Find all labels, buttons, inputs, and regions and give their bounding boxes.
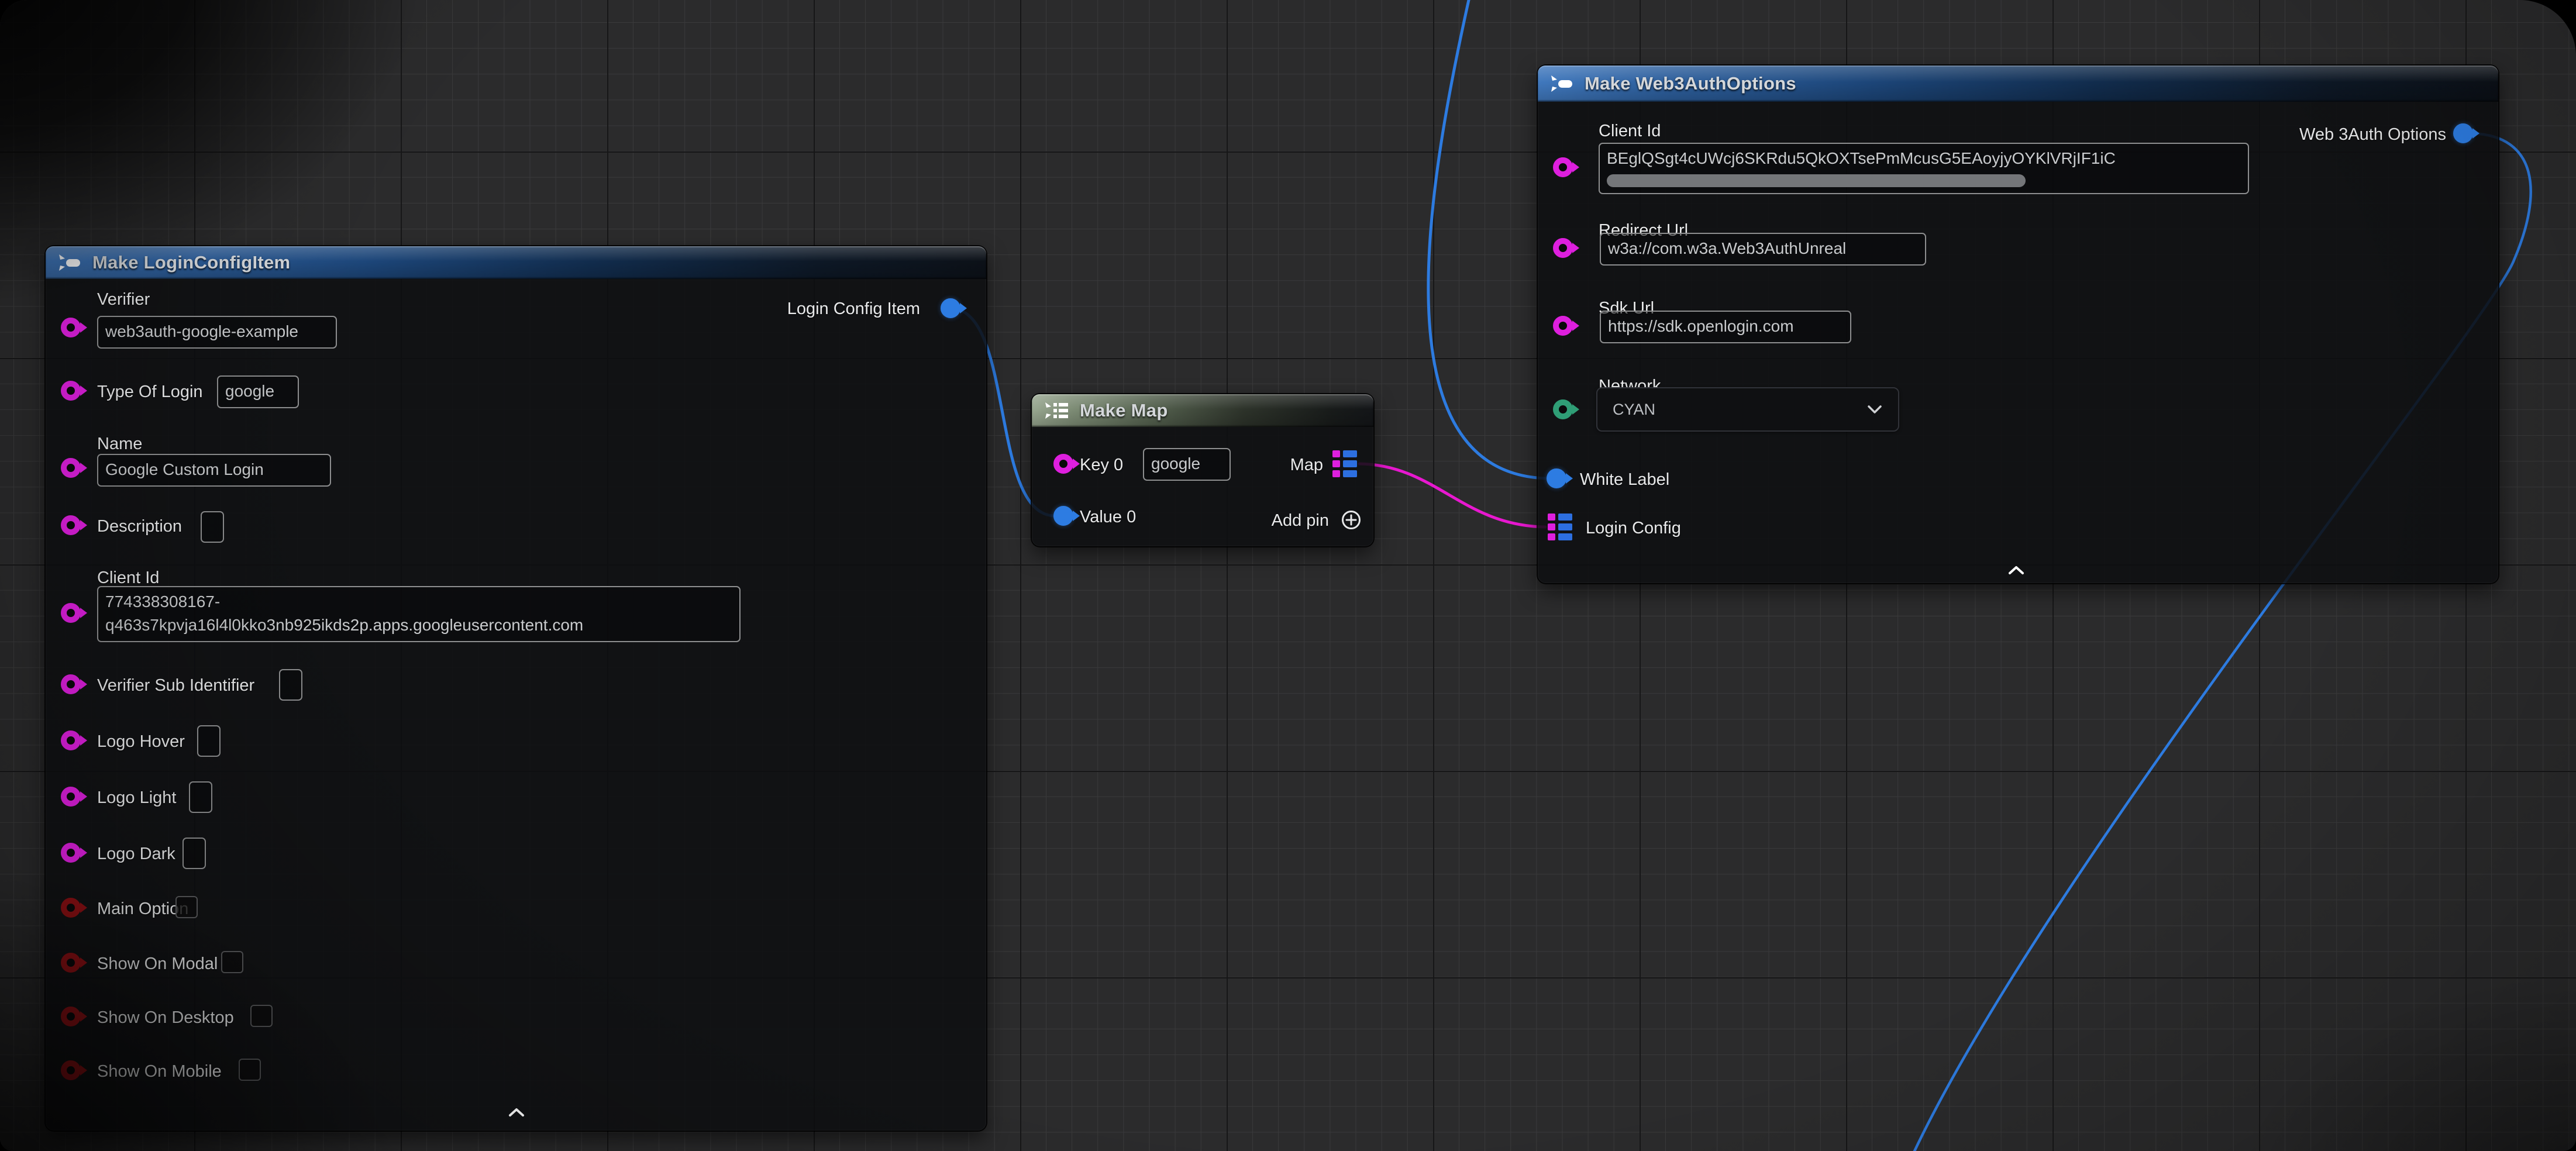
network-selected-value: CYAN <box>1613 401 1655 419</box>
name-input[interactable]: Google Custom Login <box>97 454 331 487</box>
pin-label: Verifier <box>97 290 150 309</box>
node-make-loginconfigitem[interactable]: Make LoginConfigItem Login Config Item V… <box>46 246 986 1131</box>
pin-label: Show On Desktop <box>97 1008 234 1028</box>
node-title: Make Map <box>1080 400 1168 421</box>
pin-main-option[interactable] <box>61 898 81 918</box>
wire-offscreen-to-whitelabel[interactable] <box>1428 0 1549 478</box>
node-make-map[interactable]: Make Map Key 0 google Map Value 0 Add pi… <box>1032 394 1373 546</box>
pin-login-config[interactable] <box>1548 514 1573 540</box>
pin-key-0[interactable] <box>1053 454 1073 474</box>
node-header[interactable]: Make Map <box>1032 394 1373 427</box>
pin-label: Main Option <box>97 899 188 919</box>
show-on-modal-checkbox[interactable] <box>221 951 243 973</box>
verifier-sub-identifier-input[interactable] <box>279 669 302 701</box>
add-pin-label: Add pin <box>1272 511 1329 530</box>
pin-sdk-url[interactable] <box>1553 316 1573 336</box>
make-struct-icon <box>57 251 83 274</box>
pin-label: Show On Modal <box>97 954 218 974</box>
pin-label: Verifier Sub Identifier <box>97 676 254 695</box>
pin-label: Name <box>97 434 142 454</box>
collapse-chevron-icon[interactable] <box>2007 565 2026 576</box>
pin-label: Type Of Login <box>97 382 203 402</box>
pin-label: White Label <box>1580 470 1669 490</box>
pin-label: Logo Light <box>97 788 176 808</box>
output-pin-map[interactable] <box>1332 450 1358 477</box>
pin-description[interactable] <box>61 515 81 535</box>
pin-label: Logo Hover <box>97 732 185 752</box>
logo-hover-input[interactable] <box>197 725 221 757</box>
pin-client-id[interactable] <box>61 603 81 623</box>
pin-label: Show On Mobile <box>97 1062 222 1081</box>
pin-verifier[interactable] <box>61 318 81 337</box>
node-title: Make LoginConfigItem <box>92 252 290 273</box>
pin-logo-hover[interactable] <box>61 730 81 750</box>
make-struct-icon <box>1549 73 1575 95</box>
output-pin-login-config-item[interactable] <box>941 298 960 318</box>
pin-label: Key 0 <box>1080 455 1123 475</box>
pin-show-on-desktop[interactable] <box>61 1007 81 1026</box>
pin-logo-dark[interactable] <box>61 843 81 863</box>
node-header[interactable]: Make Web3AuthOptions <box>1538 66 2498 102</box>
pin-label: Value 0 <box>1080 507 1136 527</box>
sdk-url-input[interactable]: https://sdk.openlogin.com <box>1600 311 1851 343</box>
pin-name[interactable] <box>61 458 81 478</box>
logo-dark-input[interactable] <box>182 838 206 869</box>
make-map-icon <box>1044 399 1070 422</box>
pin-label: Client Id <box>1599 121 1661 141</box>
pin-value-0[interactable] <box>1053 506 1073 526</box>
description-input[interactable] <box>201 511 224 543</box>
textbox-scrollbar[interactable] <box>1607 174 2026 187</box>
logo-light-input[interactable] <box>189 781 212 813</box>
node-title: Make Web3AuthOptions <box>1585 73 1796 94</box>
verifier-input[interactable]: web3auth-google-example <box>97 316 337 349</box>
collapse-chevron-icon[interactable] <box>507 1107 526 1118</box>
pin-show-on-modal[interactable] <box>61 953 81 973</box>
type-of-login-input[interactable]: google <box>217 375 299 408</box>
main-option-checkbox[interactable] <box>175 896 198 918</box>
output-pin-web3auth-options[interactable] <box>2453 123 2473 143</box>
pin-client-id[interactable] <box>1553 157 1573 177</box>
client-id-line2: q463s7kpvja16l4l0kko3nb925ikds2p.apps.go… <box>105 616 583 634</box>
show-on-mobile-checkbox[interactable] <box>239 1059 261 1081</box>
graph-canvas[interactable]: Make LoginConfigItem Login Config Item V… <box>0 0 2576 1151</box>
show-on-desktop-checkbox[interactable] <box>250 1005 273 1027</box>
pin-logo-light[interactable] <box>61 787 81 807</box>
output-pin-label: Web 3Auth Options <box>2299 125 2446 144</box>
node-make-web3authoptions[interactable]: Make Web3AuthOptions Client Id Web 3Auth… <box>1538 66 2498 583</box>
blueprint-editor: Make LoginConfigItem Login Config Item V… <box>0 0 2576 1151</box>
client-id-text: BEglQSgt4cUWcj6SKRdu5QkOXTsePmMcusG5EAoy… <box>1607 149 2116 167</box>
pin-verifier-sub-identifier[interactable] <box>61 674 81 694</box>
network-dropdown[interactable]: CYAN <box>1596 387 1899 432</box>
pin-redirect-url[interactable] <box>1553 238 1573 258</box>
pin-show-on-mobile[interactable] <box>61 1060 81 1080</box>
chevron-down-icon <box>1866 404 1883 415</box>
client-id-input[interactable]: BEglQSgt4cUWcj6SKRdu5QkOXTsePmMcusG5EAoy… <box>1599 143 2249 194</box>
pin-label: Description <box>97 516 182 536</box>
pin-type-of-login[interactable] <box>61 381 81 401</box>
output-pin-label: Map <box>1290 455 1323 475</box>
redirect-url-input[interactable]: w3a://com.w3a.Web3AuthUnreal <box>1600 233 1926 266</box>
pin-label: Logo Dark <box>97 844 175 864</box>
client-id-line1: 774338308167- <box>105 592 220 611</box>
client-id-input[interactable]: 774338308167- q463s7kpvja16l4l0kko3nb925i… <box>97 586 741 642</box>
pin-white-label[interactable] <box>1547 468 1566 488</box>
pin-network[interactable] <box>1553 399 1573 419</box>
pin-label: Login Config <box>1586 518 1681 538</box>
pin-label: Client Id <box>97 568 159 588</box>
output-pin-label: Login Config Item <box>787 299 920 319</box>
add-pin-button[interactable] <box>1341 509 1362 530</box>
node-header[interactable]: Make LoginConfigItem <box>46 246 986 279</box>
key-0-input[interactable]: google <box>1143 448 1231 481</box>
